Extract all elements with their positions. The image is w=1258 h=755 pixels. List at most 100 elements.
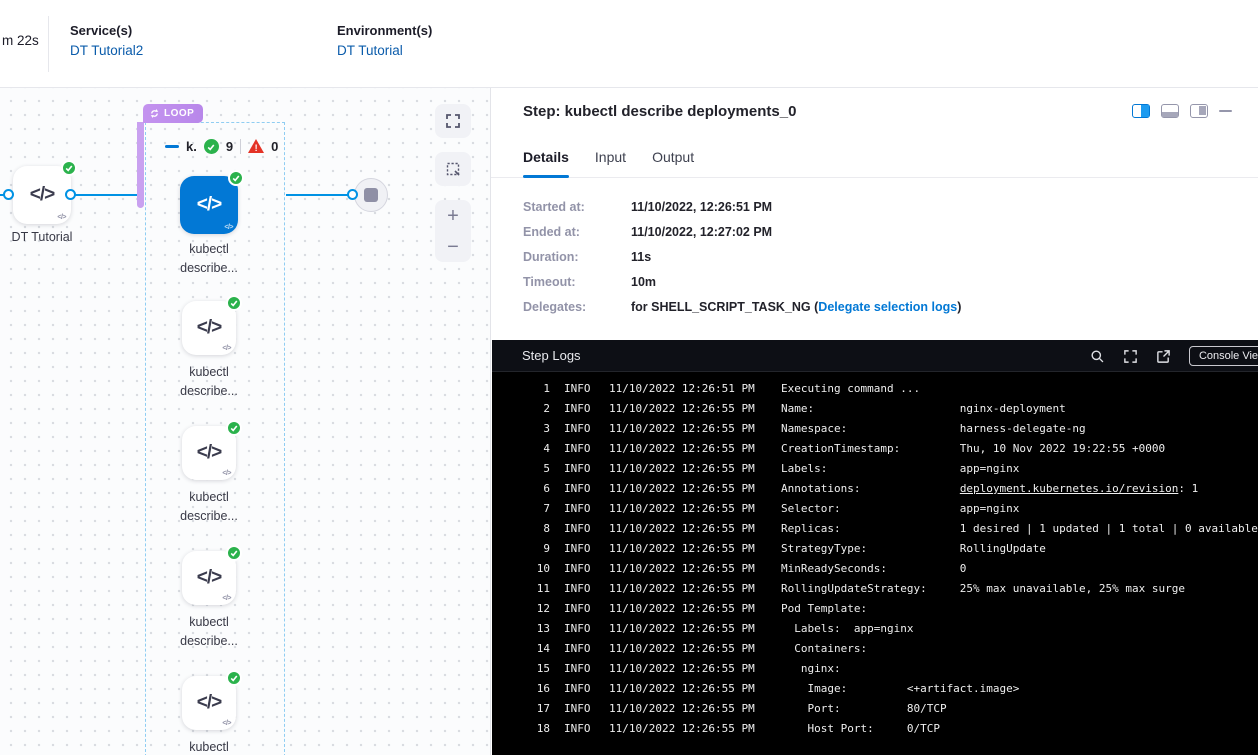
open-in-new-icon[interactable] [1156, 349, 1171, 364]
log-line: 9INFO11/10/2022 12:26:55 PMStrategyType:… [492, 539, 1258, 559]
detail-label: Delegates: [523, 300, 631, 314]
minimize-icon[interactable] [1219, 110, 1232, 113]
node-label: kubectldescribe... [154, 738, 264, 755]
log-line: 16INFO11/10/2022 12:26:55 PM Image: <+ar… [492, 679, 1258, 699]
fullscreen-icon [445, 113, 461, 129]
stage-header: k. 9 ! 0 [165, 139, 278, 154]
success-check-icon [226, 420, 242, 436]
step-panel-title: Step: kubectl describe deployments_0 [523, 103, 796, 120]
code-icon: </> [197, 194, 221, 216]
zoom-out-button[interactable]: − [447, 233, 459, 261]
right-view-icon[interactable] [1190, 104, 1208, 118]
split-view-icon[interactable] [1132, 104, 1150, 118]
code-icon: </> [30, 184, 54, 206]
expand-logs-icon[interactable] [1123, 349, 1138, 364]
node-dt-tutorial[interactable]: </> </> [13, 166, 71, 224]
canvas-zoom-control[interactable]: + − [435, 200, 471, 262]
environment-label: Environment(s) [337, 23, 432, 38]
zoom-in-button[interactable]: + [447, 202, 459, 230]
detail-row-timeout: Timeout: 10m [523, 275, 961, 289]
code-icon: </> [197, 567, 221, 589]
canvas-select-button[interactable] [435, 152, 471, 186]
pipeline-canvas[interactable]: </> </> DT Tutorial LOOP k. 9 ! 0 </> </… [0, 88, 490, 755]
detail-label: Ended at: [523, 225, 631, 239]
code-icon: </> [197, 692, 221, 714]
stop-icon [364, 188, 378, 202]
start-node-label: DT Tutorial [0, 228, 97, 247]
log-line: 15INFO11/10/2022 12:26:55 PM nginx: [492, 659, 1258, 679]
log-line: 8INFO11/10/2022 12:26:55 PMReplicas: 1 d… [492, 519, 1258, 539]
search-icon[interactable] [1090, 349, 1105, 364]
environment-block: Environment(s) DT Tutorial [337, 23, 432, 58]
detail-value: 10m [631, 275, 656, 289]
log-line: 1INFO11/10/2022 12:26:51 PMExecuting com… [492, 379, 1258, 399]
log-line: 10INFO11/10/2022 12:26:55 PMMinReadySeco… [492, 559, 1258, 579]
panel-view-controls [1132, 104, 1232, 118]
port-right [65, 189, 76, 200]
node-kubectl-describe-2[interactable]: </> </> [182, 426, 236, 480]
log-line: 14INFO11/10/2022 12:26:55 PM Containers: [492, 639, 1258, 659]
count-divider [240, 139, 241, 154]
service-link[interactable]: DT Tutorial2 [70, 43, 143, 58]
detail-value: 11/10/2022, 12:27:02 PM [631, 225, 772, 239]
loop-badge: LOOP [143, 104, 203, 123]
step-detail-list: Started at: 11/10/2022, 12:26:51 PM Ende… [523, 200, 961, 325]
detail-value: 11s [631, 250, 651, 264]
log-line: 13INFO11/10/2022 12:26:55 PM Labels: app… [492, 619, 1258, 639]
node-label: kubectldescribe... [154, 240, 264, 278]
success-check-icon [226, 295, 242, 311]
loop-bar [137, 122, 144, 208]
success-check-icon [226, 670, 242, 686]
warning-count: 0 [271, 139, 278, 154]
log-annotation-link[interactable]: deployment.kubernetes.io/revision [960, 482, 1179, 495]
collapse-icon[interactable] [165, 145, 179, 149]
node-label: kubectldescribe... [154, 363, 264, 401]
step-details-panel: Step: kubectl describe deployments_0 Det… [490, 88, 1258, 755]
delegate-selection-logs-link[interactable]: Delegate selection logs [818, 300, 957, 314]
detail-row-duration: Duration: 11s [523, 250, 961, 264]
detail-row-started: Started at: 11/10/2022, 12:26:51 PM [523, 200, 961, 214]
service-label: Service(s) [70, 23, 143, 38]
service-block: Service(s) DT Tutorial2 [70, 23, 143, 58]
log-line: 2INFO11/10/2022 12:26:55 PMName: nginx-d… [492, 399, 1258, 419]
detail-label: Timeout: [523, 275, 631, 289]
log-line: 3INFO11/10/2022 12:26:55 PMNamespace: ha… [492, 419, 1258, 439]
code-mini-icon: </> [224, 224, 233, 231]
success-check-icon [228, 170, 244, 186]
pipeline-duration: m 22s [2, 33, 39, 48]
environment-link[interactable]: DT Tutorial [337, 43, 432, 58]
end-node[interactable] [354, 178, 388, 212]
node-label: kubectldescribe... [154, 613, 264, 651]
port-left [3, 189, 14, 200]
log-line: 17INFO11/10/2022 12:26:55 PM Port: 80/TC… [492, 699, 1258, 719]
node-kubectl-describe-1[interactable]: </> </> [182, 301, 236, 355]
log-line: 7INFO11/10/2022 12:26:55 PMSelector: app… [492, 499, 1258, 519]
log-line: 5INFO11/10/2022 12:26:55 PMLabels: app=n… [492, 459, 1258, 479]
node-label: kubectldescribe... [154, 488, 264, 526]
node-kubectl-describe-4[interactable]: </> </> [182, 676, 236, 730]
node-kubectl-describe-0[interactable]: </> </> [180, 176, 238, 234]
console-view-button[interactable]: Console View [1189, 346, 1258, 366]
step-logs-title: Step Logs [522, 348, 581, 363]
success-count: 9 [226, 139, 233, 154]
code-mini-icon: </> [222, 345, 231, 352]
log-line: 11INFO11/10/2022 12:26:55 PMRollingUpdat… [492, 579, 1258, 599]
code-mini-icon: </> [222, 720, 231, 727]
log-line: 6INFO11/10/2022 12:26:55 PMAnnotations: … [492, 479, 1258, 499]
node-kubectl-describe-3[interactable]: </> </> [182, 551, 236, 605]
detail-value: 11/10/2022, 12:26:51 PM [631, 200, 772, 214]
step-logs-controls: Console View [1090, 340, 1258, 372]
log-line: 18INFO11/10/2022 12:26:55 PM Host Port: … [492, 719, 1258, 739]
detail-label: Duration: [523, 250, 631, 264]
delegates-prefix: for SHELL_SCRIPT_TASK_NG ( [631, 300, 818, 314]
tab-details[interactable]: Details [523, 144, 569, 177]
loop-badge-label: LOOP [164, 108, 194, 119]
success-check-icon [61, 160, 77, 176]
loop-icon [149, 108, 160, 119]
bottom-view-icon[interactable] [1161, 104, 1179, 118]
canvas-fullscreen-button[interactable] [435, 104, 471, 138]
stage-name: k. [186, 139, 197, 154]
pipeline-topbar: m 22s Service(s) DT Tutorial2 Environmen… [0, 0, 1258, 88]
tab-output[interactable]: Output [652, 144, 694, 177]
tab-input[interactable]: Input [595, 144, 626, 177]
